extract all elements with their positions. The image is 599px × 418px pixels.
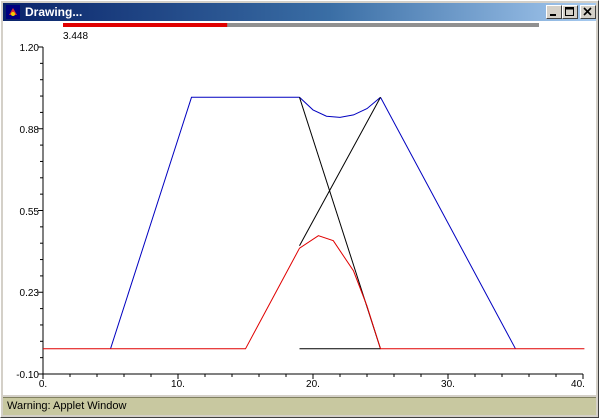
title-bar[interactable]: Drawing... [3, 3, 596, 21]
minimize-button[interactable] [546, 5, 562, 19]
x-tick-label: 30. [441, 379, 455, 390]
x-tick-label: 40. [571, 379, 585, 390]
series-line-6 [43, 235, 585, 350]
progress-fill [63, 23, 228, 27]
y-tick-label: 0.55 [20, 207, 40, 218]
series-line-0 [110, 96, 300, 349]
maximize-icon [565, 7, 574, 16]
series-line-1 [380, 97, 516, 350]
series-layer [43, 96, 585, 350]
x-tick-label: 20. [306, 379, 320, 390]
java-app-icon [6, 5, 20, 19]
status-text: Warning: Applet Window [7, 400, 127, 412]
y-tick-label: -0.10 [16, 370, 39, 381]
close-button[interactable] [580, 5, 596, 19]
y-tick-label: 0.23 [20, 288, 40, 299]
plot-area: 3.448 1.20 0.88 0.55 0.23 -0.10 0. 10. 2… [3, 21, 596, 395]
x-tick-label: 10. [171, 379, 185, 390]
x-tick-label: 0. [39, 379, 47, 390]
series-line-2 [299, 96, 381, 118]
close-icon [583, 7, 592, 16]
progress-value: 3.448 [63, 31, 88, 42]
minimize-icon [550, 14, 556, 16]
status-bar: Warning: Applet Window [3, 397, 596, 415]
y-tick-label: 0.88 [20, 125, 40, 136]
minor-ticks [38, 46, 584, 379]
window-title: Drawing... [25, 5, 83, 19]
drawing-canvas: 3.448 1.20 0.88 0.55 0.23 -0.10 0. 10. 2… [16, 23, 585, 390]
applet-window: Drawing... 3.448 1.20 0.88 0.55 0.23 -0.… [0, 0, 599, 418]
maximize-button[interactable] [562, 5, 578, 19]
y-tick-label: 1.20 [20, 43, 40, 54]
